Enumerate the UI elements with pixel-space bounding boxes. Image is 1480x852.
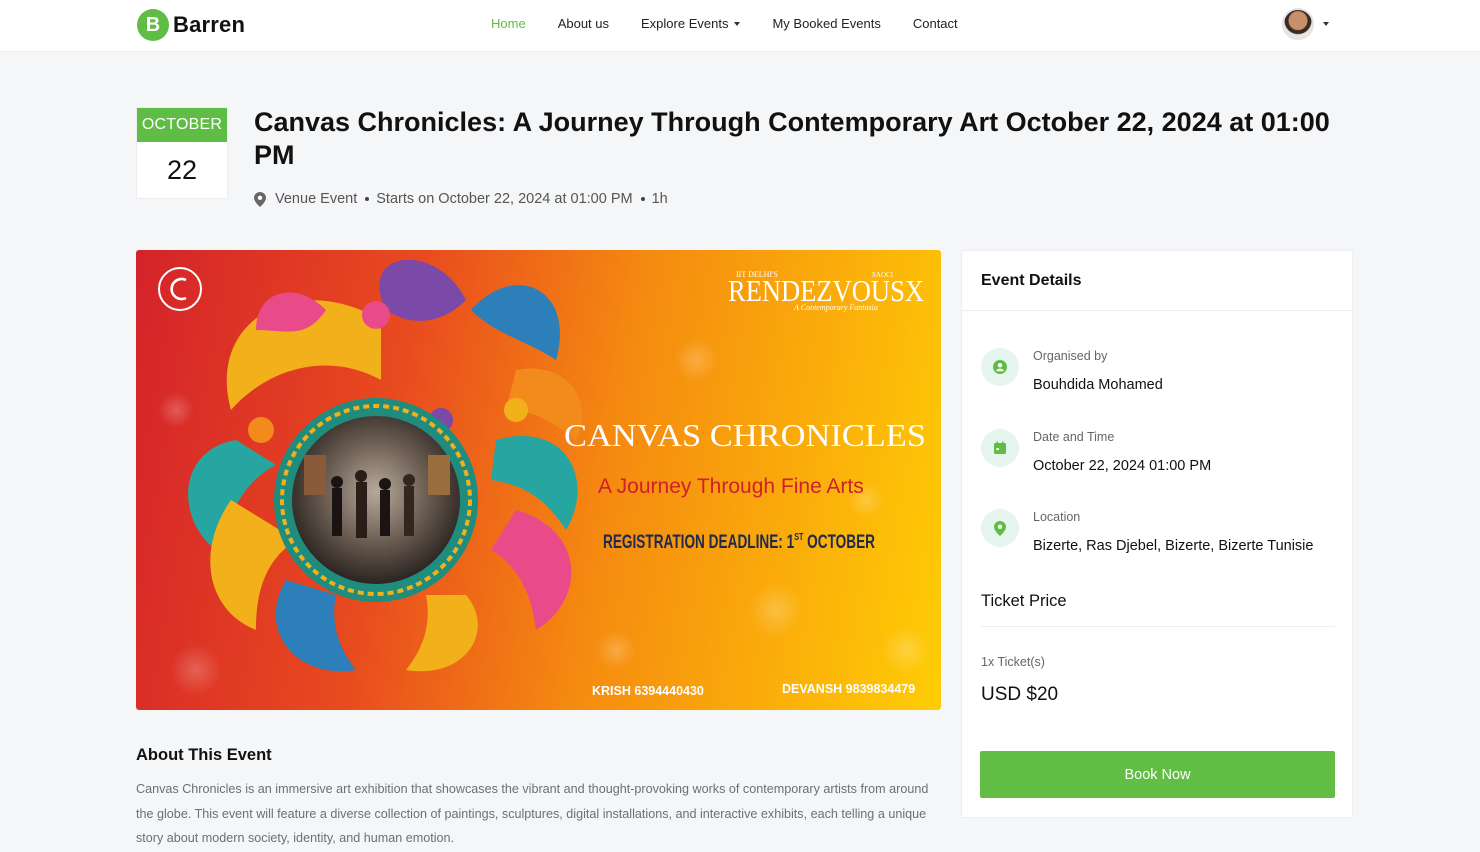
brand-logo[interactable]: B Barren — [137, 9, 245, 41]
organiser-name: Bouhdida Mohamed — [1033, 377, 1163, 393]
event-month: OCTOBER — [137, 108, 227, 142]
event-meta: Venue Event Starts on October 22, 2024 a… — [254, 191, 668, 207]
organizer-logo-icon — [158, 267, 202, 311]
event-details-card: Event Details Organised by Bouhdida Moha… — [961, 250, 1353, 818]
ticket-price: USD $20 — [981, 684, 1059, 705]
organised-label: Organised by — [1033, 349, 1108, 363]
map-pin-icon — [981, 509, 1019, 547]
organiser-row: Organised by Bouhdida Mohamed — [981, 348, 1163, 393]
caret-down-icon — [734, 21, 741, 26]
banner-deadline: REGISTRATION DEADLINE: 1ST OCTOBER — [603, 532, 875, 553]
banner-deadline-suffix: OCTOBER — [803, 532, 875, 553]
nav-contact[interactable]: Contact — [913, 16, 958, 31]
user-menu[interactable] — [1282, 8, 1329, 40]
event-banner-image: IIT DELHI'S SAOCI RENDEZVOUSX A Contempo… — [136, 250, 941, 710]
event-details-title: Event Details — [962, 251, 1352, 311]
separator-dot — [640, 197, 645, 201]
top-navbar: B Barren Home About us Explore Events My… — [0, 0, 1480, 52]
banner-deadline-prefix: REGISTRATION DEADLINE: 1 — [603, 532, 795, 553]
nav-home[interactable]: Home — [491, 16, 526, 31]
ornament-illustration — [188, 259, 583, 672]
about-title: About This Event — [136, 746, 272, 764]
nav-explore-events[interactable]: Explore Events — [641, 16, 741, 31]
about-description: Canvas Chronicles is an immersive art ex… — [136, 782, 929, 845]
event-start: Starts on October 22, 2024 at 01:00 PM — [376, 191, 633, 207]
divider — [981, 626, 1335, 627]
user-icon — [981, 348, 1019, 386]
logo-mark-icon: B — [137, 9, 169, 41]
nav-about-us[interactable]: About us — [558, 16, 609, 31]
calendar-icon — [981, 429, 1019, 467]
nav-my-booked-events[interactable]: My Booked Events — [772, 16, 880, 31]
location-label: Location — [1033, 510, 1081, 524]
event-title: Canvas Chronicles: A Journey Through Con… — [254, 107, 1330, 170]
banner-headline: CANVAS CHRONICLES — [564, 417, 926, 453]
datetime-value: October 22, 2024 01:00 PM — [1033, 458, 1212, 474]
location-value: Bizerte, Ras Djebel, Bizerte, Bizerte Tu… — [1033, 538, 1314, 554]
ticket-price-title: Ticket Price — [981, 592, 1067, 610]
banner-contact-2: DEVANSH 9839834479 — [782, 682, 915, 696]
location-row: Location Bizerte, Ras Djebel, Bizerte, B… — [981, 509, 1313, 554]
datetime-row: Date and Time October 22, 2024 01:00 PM — [981, 429, 1211, 474]
venue-type: Venue Event — [275, 191, 358, 207]
caret-down-icon[interactable] — [1323, 22, 1329, 26]
ticket-quantity: 1x Ticket(s) — [981, 655, 1045, 669]
main-menu: Home About us Explore Events My Booked E… — [491, 16, 958, 31]
book-now-button[interactable]: Book Now — [980, 751, 1335, 798]
event-duration: 1h — [651, 191, 668, 207]
banner-contact-1: KRISH 6394440430 — [592, 684, 704, 698]
event-date-badge: OCTOBER 22 — [136, 107, 228, 199]
banner-brand-sub: A Contemporary Fantasia — [793, 303, 878, 312]
event-day: 22 — [166, 154, 198, 185]
banner-deadline-sup: ST — [794, 532, 803, 543]
banner-tagline: A Journey Through Fine Arts — [598, 475, 864, 498]
avatar[interactable] — [1282, 8, 1314, 40]
map-pin-icon — [254, 191, 266, 207]
nav-explore-events-label: Explore Events — [641, 16, 729, 31]
brand-name: Barren — [173, 12, 246, 37]
datetime-label: Date and Time — [1033, 430, 1115, 444]
separator-dot — [365, 197, 370, 201]
